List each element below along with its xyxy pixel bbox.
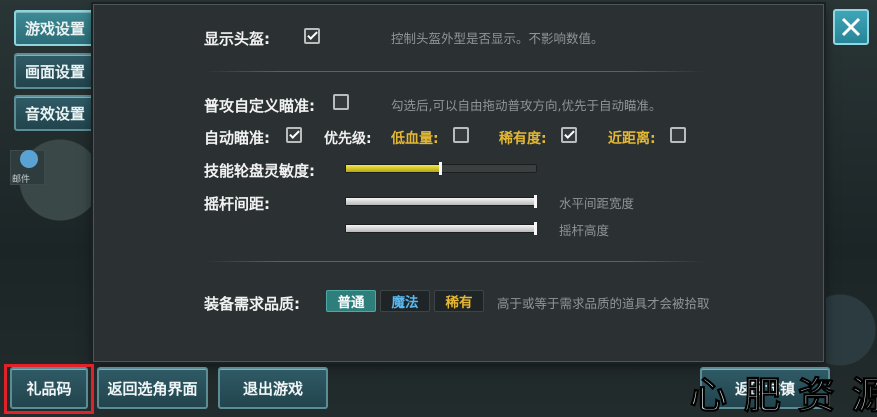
back-to-character-label: 返回选角界面: [107, 379, 198, 398]
low-hp-checkbox[interactable]: [453, 127, 469, 143]
priority-label: 优先级:: [324, 131, 372, 147]
check-icon: [288, 128, 300, 139]
divider: [204, 261, 704, 262]
joystick-horizontal-hint: 水平间距宽度: [559, 196, 635, 211]
joystick-horizontal-fill: [346, 198, 536, 205]
tab-game-settings-label: 游戏设置: [24, 19, 85, 38]
close-icon: [841, 17, 861, 37]
quality-normal-button[interactable]: 普通: [326, 290, 376, 312]
low-hp-label: 低血量:: [391, 131, 439, 147]
joystick-height-knob[interactable]: [534, 222, 537, 235]
tab-display-settings[interactable]: 画面设置: [14, 53, 96, 89]
nearest-checkbox[interactable]: [670, 127, 686, 143]
show-helmet-hint: 控制头盔外型是否显示。不影响数值。: [391, 31, 604, 46]
quality-magic-label: 魔法: [391, 295, 419, 311]
skill-sensitivity-label: 技能轮盘灵敏度:: [204, 162, 315, 180]
custom-aim-label: 普攻自定义瞄准:: [204, 97, 315, 115]
watermark-text: 心 肥 资 源: [690, 374, 877, 417]
close-button[interactable]: [833, 9, 869, 45]
tab-audio-settings-label: 音效设置: [24, 104, 85, 123]
joystick-horizontal-slider[interactable]: [345, 195, 537, 208]
auto-aim-checkbox[interactable]: [286, 127, 302, 143]
nearest-label: 近距离:: [608, 131, 656, 147]
tab-display-settings-label: 画面设置: [24, 62, 85, 81]
auto-aim-label: 自动瞄准:: [204, 129, 270, 147]
settings-panel: 显示头盔: 控制头盔外型是否显示。不影响数值。 普攻自定义瞄准: 勾选后,可以自…: [93, 4, 824, 362]
quality-rare-label: 稀有: [445, 295, 473, 311]
divider: [204, 71, 704, 72]
joystick-height-hint: 摇杆高度: [559, 223, 610, 238]
highlight-box: [4, 364, 94, 414]
notification-dot: [20, 150, 38, 168]
joystick-height-fill: [346, 225, 536, 232]
check-icon: [563, 128, 575, 139]
joystick-horizontal-knob[interactable]: [534, 195, 537, 208]
custom-aim-hint: 勾选后,可以自由拖动普攻方向,优先于自动瞄准。: [391, 98, 662, 113]
quit-game-button[interactable]: 退出游戏: [218, 367, 328, 409]
tab-game-settings[interactable]: 游戏设置: [14, 10, 96, 46]
rarity-label: 稀有度:: [499, 131, 547, 147]
quit-game-label: 退出游戏: [242, 379, 303, 398]
show-helmet-checkbox[interactable]: [304, 28, 320, 44]
quality-rare-button[interactable]: 稀有: [434, 290, 484, 312]
joystick-spacing-label: 摇杆间距:: [204, 195, 270, 213]
joystick-height-slider[interactable]: [345, 222, 537, 235]
skill-sensitivity-knob[interactable]: [439, 162, 442, 175]
skill-sensitivity-fill: [346, 165, 441, 172]
back-to-character-button[interactable]: 返回选角界面: [97, 367, 208, 409]
background-label: 邮件: [12, 175, 31, 185]
show-helmet-label: 显示头盔:: [204, 30, 270, 48]
check-icon: [306, 29, 318, 40]
rarity-checkbox[interactable]: [561, 127, 577, 143]
quality-normal-label: 普通: [337, 295, 365, 311]
quality-magic-button[interactable]: 魔法: [380, 290, 430, 312]
equipment-quality-hint: 高于或等于需求品质的道具才会被拾取: [497, 296, 710, 311]
skill-sensitivity-slider[interactable]: [345, 162, 537, 175]
custom-aim-checkbox[interactable]: [333, 94, 349, 110]
tab-audio-settings[interactable]: 音效设置: [14, 95, 96, 131]
equipment-quality-label: 装备需求品质:: [204, 295, 300, 313]
